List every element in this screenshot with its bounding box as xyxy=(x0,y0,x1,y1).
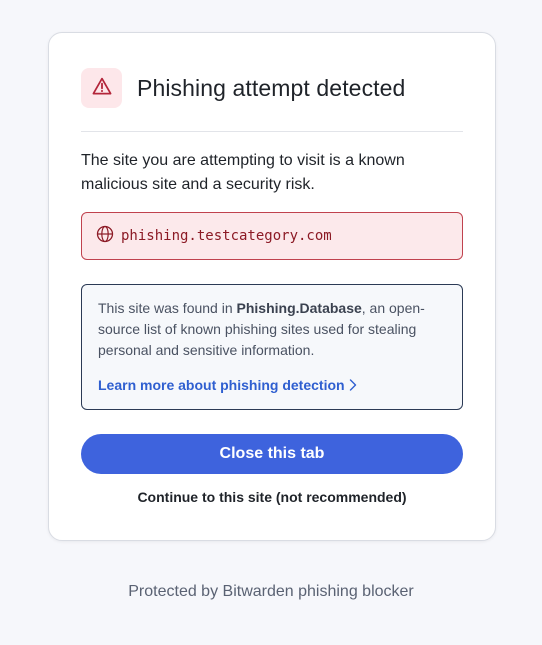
info-text: This site was found in Phishing.Database… xyxy=(98,298,446,361)
footer-protected-by: Protected by Bitwarden phishing blocker xyxy=(128,583,414,600)
chevron-right-icon xyxy=(349,379,356,391)
header-divider xyxy=(81,131,463,132)
blocked-url: phishing.testcategory.com xyxy=(121,228,332,244)
warning-triangle-icon xyxy=(92,77,112,100)
blocked-url-box: phishing.testcategory.com xyxy=(81,212,463,260)
globe-icon xyxy=(96,225,114,248)
continue-to-site-link[interactable]: Continue to this site (not recommended) xyxy=(81,489,463,505)
warning-badge xyxy=(81,68,122,108)
info-box: This site was found in Phishing.Database… xyxy=(81,284,463,410)
info-prefix: This site was found in xyxy=(98,300,237,316)
card-header: Phishing attempt detected xyxy=(81,67,463,109)
phishing-warning-card: Phishing attempt detected The site you a… xyxy=(48,32,496,541)
learn-more-label: Learn more about phishing detection xyxy=(98,377,345,393)
learn-more-link[interactable]: Learn more about phishing detection xyxy=(98,377,357,393)
warning-description: The site you are attempting to visit is … xyxy=(81,152,405,193)
close-tab-button[interactable]: Close this tab xyxy=(81,434,463,474)
page-title: Phishing attempt detected xyxy=(137,74,406,101)
info-source: Phishing.Database xyxy=(236,300,362,316)
